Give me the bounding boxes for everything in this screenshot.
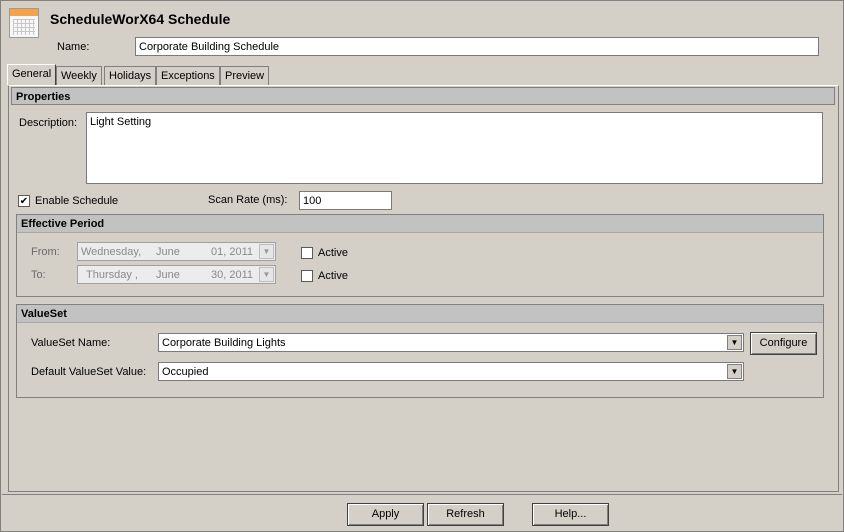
refresh-button[interactable]: Refresh [427,503,504,526]
to-date-picker[interactable]: Thursday , June 30, 2011 ▼ [77,265,276,284]
general-tab-panel: Properties Description: Light Setting En… [8,85,839,492]
scan-rate-field[interactable] [299,191,392,210]
from-date-picker[interactable]: Wednesday, June 01, 2011 ▼ [77,242,276,261]
default-value-label: Default ValueSet Value: [31,366,147,378]
to-month: June [156,269,180,281]
chevron-down-icon[interactable]: ▼ [259,267,274,282]
footer-bar: Apply Refresh Help... [2,494,842,531]
tab-preview[interactable]: Preview [220,66,270,85]
tab-exceptions[interactable]: Exceptions [156,66,220,85]
header: ScheduleWorX64 Schedule Name: [2,2,842,64]
from-month: June [156,246,180,258]
to-label: To: [31,269,46,281]
effective-period-group: Effective Period From: Wednesday, June 0… [16,214,824,297]
properties-title: Properties [11,87,835,105]
window-title: ScheduleWorX64 Schedule [50,11,231,27]
to-day-year: 30, 2011 [211,269,254,281]
from-weekday: Wednesday, [81,246,142,258]
enable-schedule-label: Enable Schedule [35,195,119,207]
description-textarea[interactable]: Light Setting [86,112,823,184]
effective-period-title: Effective Period [17,215,823,233]
tab-holidays[interactable]: Holidays [104,66,157,85]
default-value-value: Occupied [162,366,209,378]
schedule-window: ScheduleWorX64 Schedule Name: General We… [0,0,844,532]
chevron-down-icon[interactable]: ▼ [259,244,274,259]
calendar-icon [9,8,39,38]
from-day-year: 01, 2011 [211,246,254,258]
scan-rate-label: Scan Rate (ms): [208,194,288,206]
enable-schedule-checkbox[interactable] [18,195,30,207]
valueset-title: ValueSet [17,305,823,323]
to-weekday: Thursday , [86,269,138,281]
chevron-down-icon[interactable]: ▼ [727,335,742,350]
configure-button[interactable]: Configure [750,332,817,355]
valueset-group: ValueSet ValueSet Name: Corporate Buildi… [16,304,824,398]
tab-weekly[interactable]: Weekly [56,66,102,85]
chevron-down-icon[interactable]: ▼ [727,364,742,379]
valueset-name-value: Corporate Building Lights [162,337,286,349]
valueset-name-label: ValueSet Name: [31,337,111,349]
name-field[interactable] [135,37,819,56]
help-button[interactable]: Help... [532,503,609,526]
default-value-dropdown[interactable]: Occupied ▼ [158,362,744,381]
from-active-checkbox[interactable] [301,247,313,259]
from-active-label: Active [318,247,348,259]
tab-general[interactable]: General [7,64,57,85]
to-active-checkbox[interactable] [301,270,313,282]
apply-button[interactable]: Apply [347,503,424,526]
properties-group: Properties Description: Light Setting En… [11,87,835,489]
name-label: Name: [57,41,90,53]
valueset-name-dropdown[interactable]: Corporate Building Lights ▼ [158,333,744,352]
from-label: From: [31,246,60,258]
description-label: Description: [19,117,78,129]
to-active-label: Active [318,270,348,282]
